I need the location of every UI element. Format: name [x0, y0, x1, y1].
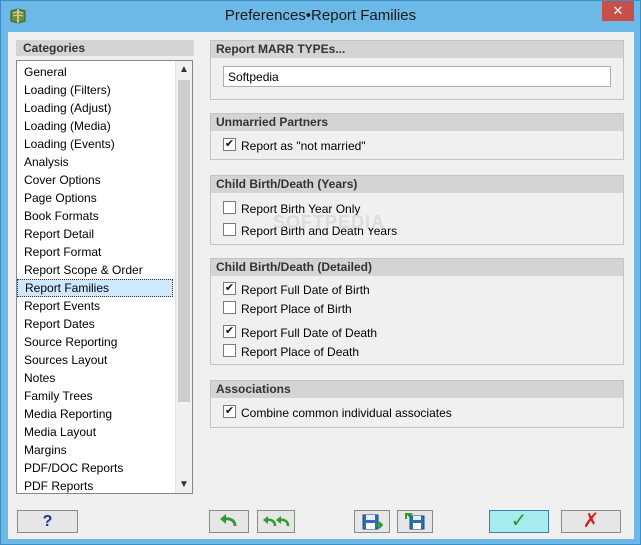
- categories-header: Categories: [16, 40, 194, 56]
- undo-arrow-icon: [220, 513, 237, 526]
- category-item[interactable]: Margins: [17, 441, 173, 459]
- child-years-group: Child Birth/Death (Years) Report Birth Y…: [210, 175, 624, 245]
- marr-types-input[interactable]: [223, 66, 611, 87]
- preferences-window: Preferences•Report Families ✕ Categories…: [0, 0, 641, 545]
- full-date-death-checkbox[interactable]: ✔: [223, 325, 236, 339]
- full-date-birth-row[interactable]: ✔ Report Full Date of Birth: [223, 281, 370, 297]
- category-item[interactable]: Report Events: [17, 297, 173, 315]
- category-item[interactable]: General: [17, 63, 173, 81]
- unmarried-partners-group: Unmarried Partners ✔ Report as "not marri…: [210, 113, 624, 160]
- child-detailed-group: Child Birth/Death (Detailed) ✔ Report Ful…: [210, 258, 624, 365]
- report-not-married-checkbox[interactable]: ✔: [223, 138, 236, 152]
- categories-scrollbar[interactable]: ▲ ▼: [175, 61, 192, 493]
- scroll-up-arrow-icon[interactable]: ▲: [176, 61, 192, 78]
- category-item[interactable]: Report Scope & Order: [17, 261, 173, 279]
- category-item[interactable]: Book Formats: [17, 207, 173, 225]
- combine-associates-label: Combine common individual associates: [241, 405, 452, 420]
- close-button[interactable]: ✕: [602, 1, 634, 21]
- categories-items: General Loading (Filters) Loading (Adjust)…: [17, 61, 173, 493]
- category-item[interactable]: Report Format: [17, 243, 173, 261]
- cross-icon: ✗: [582, 510, 600, 532]
- place-death-checkbox[interactable]: [223, 344, 236, 358]
- load-disk-icon: [405, 512, 425, 530]
- category-item[interactable]: Sources Layout: [17, 351, 173, 369]
- category-item[interactable]: Analysis: [17, 153, 173, 171]
- undo-all-button[interactable]: [257, 510, 295, 533]
- ok-button[interactable]: ✓: [489, 510, 549, 533]
- full-date-death-label: Report Full Date of Death: [241, 325, 378, 340]
- scroll-thumb[interactable]: [178, 80, 190, 402]
- category-item[interactable]: Source Reporting: [17, 333, 173, 351]
- cancel-button[interactable]: ✗: [561, 510, 621, 533]
- birth-year-only-checkbox[interactable]: [223, 201, 236, 215]
- title-bar[interactable]: Preferences•Report Families ✕: [1, 1, 640, 32]
- window-title: Preferences•Report Families: [224, 7, 417, 24]
- report-not-married-label: Report as "not married": [241, 138, 366, 153]
- category-item[interactable]: Cover Options: [17, 171, 173, 189]
- categories-list[interactable]: General Loading (Filters) Loading (Adjust)…: [16, 60, 193, 494]
- place-birth-checkbox[interactable]: [223, 301, 236, 315]
- category-item[interactable]: Loading (Events): [17, 135, 173, 153]
- category-item[interactable]: Loading (Adjust): [17, 99, 173, 117]
- help-button[interactable]: ?: [17, 510, 78, 533]
- child-detailed-header: Child Birth/Death (Detailed): [211, 259, 623, 276]
- category-item[interactable]: Media Reporting: [17, 405, 173, 423]
- combine-associates-row[interactable]: ✔ Combine common individual associates: [223, 404, 452, 420]
- category-item[interactable]: PDF Reports: [17, 477, 173, 493]
- category-item[interactable]: Notes: [17, 369, 173, 387]
- scroll-down-arrow-icon[interactable]: ▼: [176, 476, 192, 493]
- category-item[interactable]: Report Families: [17, 279, 173, 297]
- place-death-label: Report Place of Death: [241, 344, 360, 359]
- child-years-header: Child Birth/Death (Years): [211, 176, 623, 193]
- report-not-married-row[interactable]: ✔ Report as "not married": [223, 137, 366, 153]
- full-date-birth-label: Report Full Date of Birth: [241, 282, 370, 297]
- save-settings-button[interactable]: [354, 510, 390, 533]
- category-item[interactable]: Media Layout: [17, 423, 173, 441]
- place-birth-label: Report Place of Birth: [241, 301, 352, 316]
- unmarried-partners-header: Unmarried Partners: [211, 114, 623, 131]
- combine-associates-checkbox[interactable]: ✔: [223, 405, 236, 419]
- dialog-body: Categories General Loading (Filters) Loadi…: [8, 32, 634, 539]
- place-death-row[interactable]: Report Place of Death: [223, 343, 359, 359]
- birth-death-years-checkbox[interactable]: [223, 223, 236, 237]
- associations-group: Associations ✔ Combine common individual …: [210, 380, 624, 428]
- categories-panel: Categories General Loading (Filters) Loadi…: [16, 40, 194, 494]
- checkmark-icon: ✓: [510, 510, 528, 532]
- help-icon: ?: [42, 513, 53, 530]
- undo-all-arrows-icon: [263, 515, 290, 526]
- category-item[interactable]: Loading (Media): [17, 117, 173, 135]
- full-date-birth-checkbox[interactable]: ✔: [223, 282, 236, 296]
- close-icon: ✕: [612, 3, 624, 18]
- category-item[interactable]: PDF/DOC Reports: [17, 459, 173, 477]
- associations-header: Associations: [211, 381, 623, 398]
- watermark-text: SOFTPEDIA: [273, 212, 386, 232]
- place-birth-row[interactable]: Report Place of Birth: [223, 300, 352, 316]
- category-item[interactable]: Family Trees: [17, 387, 173, 405]
- undo-button[interactable]: [209, 510, 249, 533]
- category-item[interactable]: Page Options: [17, 189, 173, 207]
- marr-types-group: Report MARR TYPEs...: [210, 40, 624, 100]
- full-date-death-row[interactable]: ✔ Report Full Date of Death: [223, 324, 377, 340]
- category-item[interactable]: Report Detail: [17, 225, 173, 243]
- marr-types-header: Report MARR TYPEs...: [211, 41, 623, 58]
- save-disk-icon: [362, 514, 384, 530]
- category-item[interactable]: Loading (Filters): [17, 81, 173, 99]
- category-item[interactable]: Report Dates: [17, 315, 173, 333]
- load-settings-button[interactable]: [397, 510, 433, 533]
